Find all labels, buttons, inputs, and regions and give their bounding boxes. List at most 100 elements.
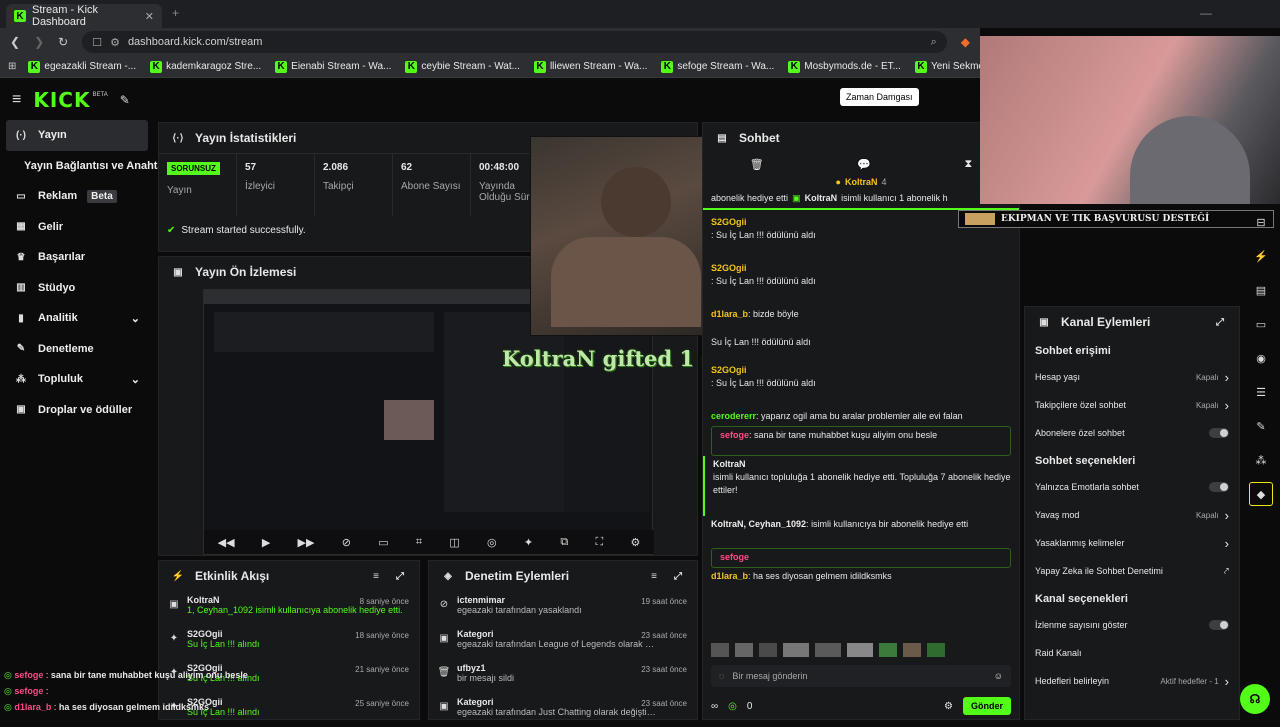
- sidebar-item[interactable]: ▮ Analitik ⌄: [0, 303, 154, 334]
- speed-icon[interactable]: ◎: [487, 536, 497, 549]
- bookmark-item[interactable]: Kkademkaragoz Stre...: [150, 60, 261, 73]
- rail-chat-icon[interactable]: ▭: [1249, 312, 1273, 336]
- filter-icon[interactable]: ≡: [369, 569, 383, 583]
- bookmark-icon[interactable]: ☐: [92, 36, 102, 49]
- infinity-icon[interactable]: ∞: [711, 701, 718, 712]
- rail-wrench-icon[interactable]: ✎: [1249, 414, 1273, 438]
- emote-icon[interactable]: [903, 643, 921, 657]
- sidebar-item[interactable]: Yayın Bağlantısı ve Anahtarı: [0, 151, 171, 182]
- chat-settings-icon[interactable]: ⚙: [944, 701, 953, 712]
- chat-username[interactable]: sefoge: [720, 552, 749, 562]
- chevron-down-icon[interactable]: ⌄: [131, 373, 140, 386]
- rail-users-icon[interactable]: ⁂: [1249, 448, 1273, 472]
- chat-username[interactable]: d1lara_b: [711, 571, 748, 581]
- bookmark-item[interactable]: Kceybie Stream - Wat...: [405, 60, 520, 73]
- emote-icon[interactable]: [847, 643, 873, 657]
- emote-icon[interactable]: [783, 643, 809, 657]
- emote-icon[interactable]: [759, 643, 777, 657]
- back-icon[interactable]: ❮: [10, 35, 20, 49]
- chat-username[interactable]: cerodererr: [711, 411, 756, 421]
- apps-grid-icon[interactable]: ⊞: [8, 61, 16, 72]
- bookmark-item[interactable]: K Mosbymods.de - ET...: [788, 60, 901, 73]
- chat-username[interactable]: KoltraN, Ceyhan_1092: [711, 519, 806, 529]
- site-info-icon[interactable]: ⚙: [110, 36, 120, 49]
- toggle-switch[interactable]: [1209, 620, 1229, 630]
- menu-icon[interactable]: ≡: [12, 91, 21, 109]
- emote-icon[interactable]: [879, 643, 897, 657]
- bookmark-item[interactable]: Ksefoge Stream - Wa...: [661, 60, 774, 73]
- popout-icon[interactable]: ⤢: [671, 569, 685, 583]
- rail-layout-icon[interactable]: ⊟: [1249, 210, 1273, 234]
- rail-list-icon[interactable]: ☰: [1249, 380, 1273, 404]
- channel-setting-row[interactable]: Takipçilere özel sohbet Kapalı ›: [1025, 391, 1239, 419]
- effects-icon[interactable]: ✦: [524, 536, 533, 549]
- chat-username[interactable]: S2GOgii: [711, 364, 1011, 377]
- camera-icon[interactable]: ▭: [378, 536, 388, 549]
- clip-icon[interactable]: ◫: [449, 536, 459, 549]
- channel-setting-row[interactable]: Abonelere özel sohbet: [1025, 419, 1239, 447]
- chat-input[interactable]: ◌ Bir mesaj gönderin ☺: [711, 665, 1011, 687]
- emote-icon[interactable]: [927, 643, 945, 657]
- filter-icon[interactable]: ≡: [647, 569, 661, 583]
- chat-username[interactable]: sefoge: [720, 430, 749, 440]
- play-icon[interactable]: ▶: [262, 536, 270, 549]
- rail-active-icon[interactable]: ◆: [1249, 482, 1273, 506]
- rewind-icon[interactable]: ◀◀: [218, 536, 235, 549]
- pin-icon[interactable]: ✎: [120, 93, 130, 107]
- kick-logo[interactable]: KICK: [33, 88, 90, 112]
- popout-icon[interactable]: ⤢: [1213, 315, 1227, 329]
- browser-tab[interactable]: K Stream - Kick Dashboard ✕: [6, 4, 162, 28]
- toggle-switch[interactable]: [1209, 482, 1229, 492]
- sidebar-item[interactable]: (·) Yayın: [6, 120, 148, 151]
- sidebar-item[interactable]: ▣ Droplar ve ödüller: [0, 395, 154, 426]
- new-tab-icon[interactable]: +: [172, 6, 179, 20]
- chat-username[interactable]: S2GOgii: [711, 262, 1011, 275]
- brave-shield-icon[interactable]: ◆: [961, 35, 970, 49]
- rail-broadcast-icon[interactable]: ◉: [1249, 346, 1273, 370]
- chevron-down-icon[interactable]: ⌄: [131, 312, 140, 325]
- emoji-icon[interactable]: ☺: [994, 671, 1003, 681]
- channel-setting-row[interactable]: Yalnızca Emotlarla sohbet: [1025, 473, 1239, 501]
- channel-setting-row[interactable]: Yasaklanmış kelimeler ›: [1025, 529, 1239, 557]
- channel-setting-row[interactable]: İzlenme sayısını göster: [1025, 611, 1239, 639]
- popout-icon[interactable]: ⤢: [393, 569, 407, 583]
- chat-bubble-icon[interactable]: 💬: [857, 158, 871, 171]
- sidebar-item[interactable]: ♛ Başarılar: [0, 242, 154, 273]
- sidebar-item[interactable]: ✎ Denetleme: [0, 334, 154, 365]
- sidebar-item[interactable]: ⁂ Topluluk ⌄: [0, 364, 154, 395]
- zoom-icon[interactable]: ⌕: [931, 36, 937, 49]
- crop-icon[interactable]: ⌗: [416, 536, 422, 549]
- channel-setting-row[interactable]: Yavaş mod Kapalı ›: [1025, 501, 1239, 529]
- channel-setting-row[interactable]: Yapay Zeka ile Sohbet Denetimi ⤤: [1025, 557, 1239, 585]
- support-button[interactable]: ☊: [1240, 684, 1270, 714]
- hourglass-icon[interactable]: ⧗: [965, 158, 973, 171]
- channel-setting-row[interactable]: Hesap yaşı Kapalı ›: [1025, 363, 1239, 391]
- address-bar[interactable]: ☐ ⚙ dashboard.kick.com/stream ⌕: [82, 31, 947, 53]
- sidebar-item[interactable]: ▦ Gelir: [0, 212, 154, 243]
- sidebar-item[interactable]: ▭ Reklam Beta: [0, 181, 154, 212]
- bookmark-item[interactable]: Klliewen Stream - Wa...: [533, 60, 647, 73]
- minimize-icon[interactable]: —: [1200, 6, 1212, 20]
- send-button[interactable]: Gönder: [962, 697, 1011, 715]
- channel-setting-row[interactable]: Raid Kanalı: [1025, 639, 1239, 667]
- bookmark-item[interactable]: K Yeni Sekme: [914, 60, 984, 73]
- forward-play-icon[interactable]: ▶▶: [298, 536, 315, 549]
- emote-icon[interactable]: [735, 643, 753, 657]
- rail-lightning-icon[interactable]: ⚡: [1249, 244, 1273, 268]
- close-tab-icon[interactable]: ✕: [145, 10, 154, 23]
- toggle-switch[interactable]: [1209, 428, 1229, 438]
- chat-username[interactable]: KoltraN: [713, 458, 1011, 471]
- settings-icon[interactable]: ⚙: [630, 536, 640, 549]
- channel-setting-row[interactable]: Hedefleri belirleyin Aktif hedefler - 1 ›: [1025, 667, 1239, 695]
- pip-icon[interactable]: ⧉: [560, 536, 568, 549]
- chat-username[interactable]: d1lara_b: [711, 309, 748, 319]
- mute-icon[interactable]: ⊘: [342, 536, 351, 549]
- emote-icon[interactable]: [711, 643, 729, 657]
- bookmark-item[interactable]: K Eienabi Stream - Wa...: [275, 60, 391, 73]
- trash-icon[interactable]: 🗑: [750, 158, 764, 171]
- fullscreen-icon[interactable]: ⛶: [596, 536, 604, 549]
- forward-icon[interactable]: ❯: [34, 35, 44, 49]
- bookmark-item[interactable]: Kegeazakli Stream -...: [28, 60, 136, 73]
- reload-icon[interactable]: ↻: [58, 35, 68, 49]
- sidebar-item[interactable]: ▥ Stüdyo: [0, 273, 154, 304]
